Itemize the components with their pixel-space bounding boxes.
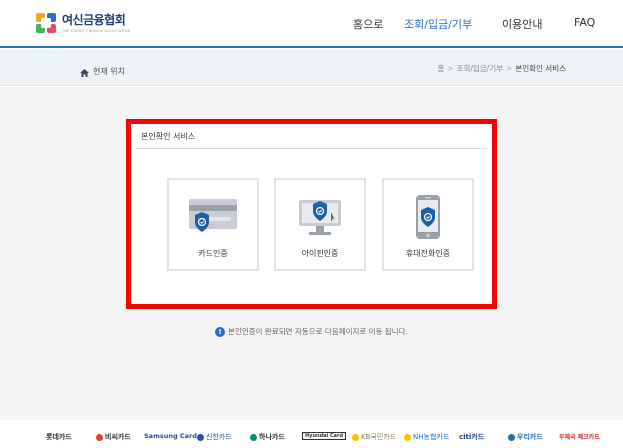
breadcrumb-home[interactable]: 홈 — [437, 63, 444, 74]
chevron-right-icon: > — [447, 64, 454, 73]
nh-logo-icon — [404, 433, 411, 441]
partner-lotte[interactable]: 롯데카드 — [46, 432, 72, 442]
site-header: 여신금융협회 THE CREDIT FINANCE ASSOCIATION 홈으… — [0, 0, 623, 48]
logo-icon — [35, 12, 57, 34]
credit-card-shield-icon — [169, 194, 257, 240]
breadcrumb-current: 본인확인 서비스 — [515, 64, 566, 73]
card-auth-label: 카드인증 — [198, 249, 228, 258]
mobile-auth-label: 휴대전화인증 — [405, 249, 451, 258]
nav-inquiry[interactable]: 조회/입금/기부 — [404, 16, 472, 32]
panel-title: 본인확인 서비스 — [141, 132, 196, 141]
phone-shield-icon — [384, 194, 472, 240]
bc-logo-icon — [96, 433, 103, 441]
partner-bc[interactable]: 비씨카드 — [96, 432, 131, 442]
nav-guide[interactable]: 이용안내 — [502, 16, 542, 32]
partner-nh[interactable]: NH농협카드 — [404, 432, 449, 442]
logo[interactable]: 여신금융협회 THE CREDIT FINANCE ASSOCIATION — [35, 12, 130, 34]
identity-verification-panel: 본인확인 서비스 카드인증 아이핀인증 휴대전화인증 — [126, 119, 497, 309]
shinhan-logo-icon — [197, 433, 204, 441]
breadcrumb-inquiry[interactable]: 조회/입금/기부 — [457, 63, 503, 74]
mobile-auth-button[interactable]: 휴대전화인증 — [382, 178, 474, 271]
nav-home[interactable]: 홈으로 — [353, 16, 383, 32]
partner-hana[interactable]: 하나카드 — [250, 432, 285, 442]
notice-text: 본인인증이 완료되면 자동으로 다음페이지로 이동 됩니다. — [228, 327, 408, 336]
nav-faq[interactable]: FAQ — [574, 16, 595, 29]
ipin-auth-button[interactable]: 아이핀인증 — [274, 178, 366, 271]
breadcrumb: 현재 위치 홈 > 조회/입금/기부 > 본인확인 서비스 — [0, 50, 623, 86]
partner-shinhan[interactable]: 신한카드 — [197, 432, 232, 442]
info-icon: ! — [215, 326, 226, 337]
divider — [136, 148, 487, 149]
monitor-shield-icon — [276, 194, 364, 240]
notice-message: ! 본인인증이 완료되면 자동으로 다음페이지로 이동 됩니다. — [0, 326, 623, 337]
home-icon — [80, 62, 89, 81]
partner-hyundai[interactable]: Hyundai Card — [302, 432, 347, 440]
current-location-label: 현재 위치 — [93, 67, 125, 76]
kb-logo-icon — [352, 433, 359, 441]
partner-kb[interactable]: KB국민카드 — [352, 432, 396, 442]
chevron-right-icon: > — [506, 64, 513, 73]
card-auth-button[interactable]: 카드인증 — [167, 178, 259, 271]
partner-post[interactable]: 우체국 체크카드 — [559, 432, 600, 441]
woori-logo-icon — [508, 433, 515, 441]
hana-logo-icon — [250, 433, 257, 441]
ipin-auth-label: 아이핀인증 — [301, 249, 339, 258]
partner-woori[interactable]: 우리카드 — [508, 432, 543, 442]
logo-subtitle: THE CREDIT FINANCE ASSOCIATION — [62, 28, 131, 33]
logo-title: 여신금융협회 — [62, 12, 126, 27]
partner-footer: 롯데카드 비씨카드 Samsung Card 신한카드 하나카드 Hyundai… — [0, 418, 623, 448]
partner-citi[interactable]: citi카드 — [459, 432, 484, 442]
partner-samsung[interactable]: Samsung Card — [144, 432, 197, 440]
